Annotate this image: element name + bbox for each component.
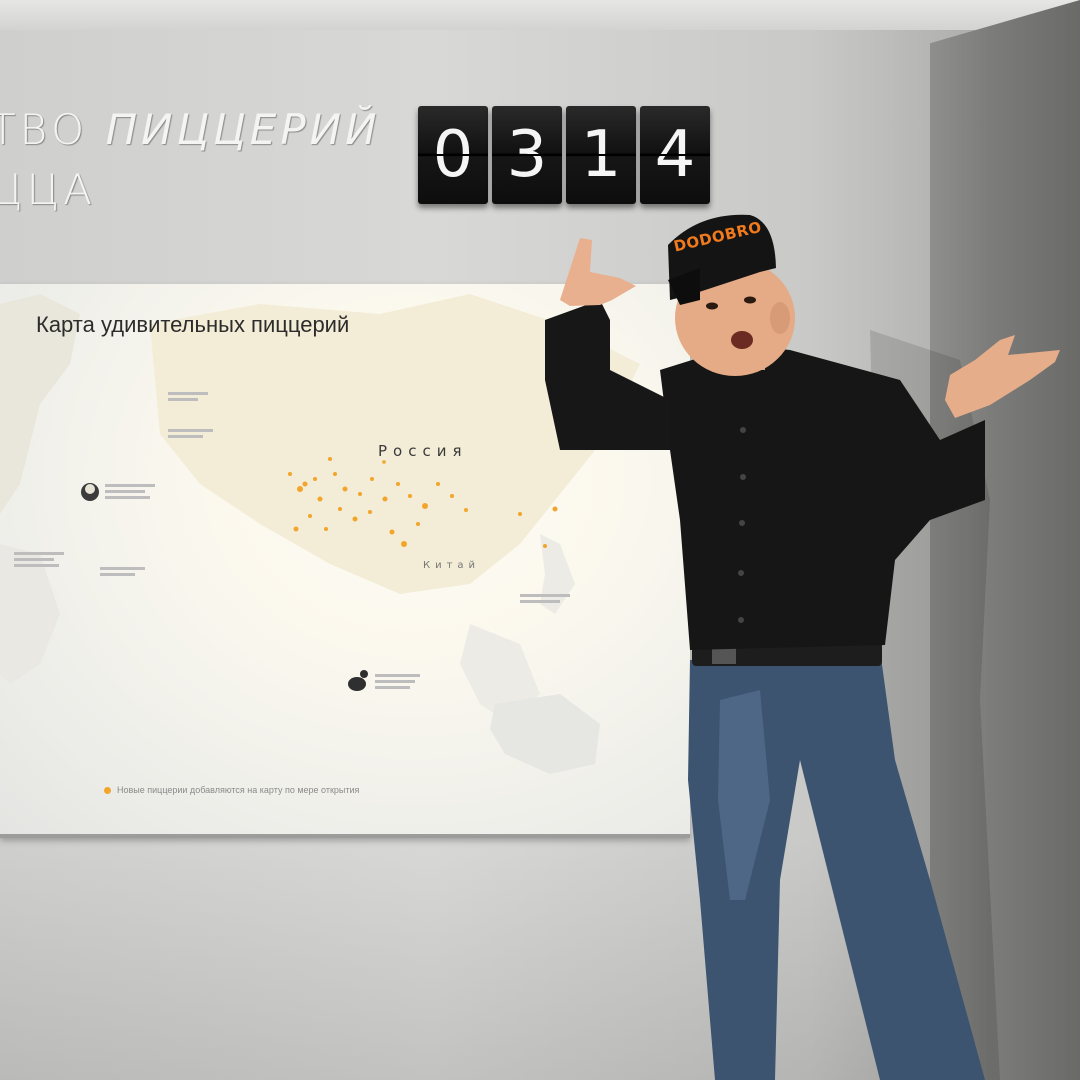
open-mouth [731, 331, 753, 349]
australia-landmass [490, 694, 600, 774]
cap-logo-text: DODOBRO [672, 217, 764, 256]
ear [770, 302, 790, 334]
legend-dot-icon [104, 786, 111, 794]
wall-heading-italic: ПИЦЦЕРИЙ [105, 105, 381, 154]
map-legend: Новые пиццерии добавляются на карту по м… [104, 785, 359, 795]
wall-heading-line2: ЦЦА [0, 165, 96, 214]
shirt-buttons [738, 427, 746, 623]
map-title: Карта удивительных пиццерий [36, 312, 350, 337]
world-map-graphic [0, 294, 640, 774]
dodo-bird-icon [348, 670, 368, 691]
wall-heading-plain: ТВО [0, 105, 106, 154]
map-label-china: Китай [423, 560, 481, 571]
counter-digit: 0 [418, 106, 488, 204]
photo-scene: ТВО ПИЦЦЕРИЙ ЦЦА 0 3 1 4 Карта удивитель… [0, 0, 1080, 1080]
side-wall [930, 0, 1080, 1080]
legend-text: Новые пиццерии добавляются на карту по м… [117, 785, 360, 795]
pizzeria-map-board: Карта удивительных пиццерий Россия Китай… [0, 284, 690, 838]
belt-buckle [712, 642, 736, 664]
counter-digit: 4 [640, 106, 710, 204]
flip-counter: 0 3 1 4 [418, 106, 710, 204]
counter-digit: 1 [566, 106, 636, 204]
belt [692, 640, 882, 666]
map-label-russia: Россия [378, 442, 468, 460]
right-eye [744, 296, 756, 304]
ceiling [0, 0, 1080, 30]
neck [710, 340, 765, 370]
wall-heading: ТВО ПИЦЦЕРИЙ ЦЦА [0, 100, 381, 220]
portrait-icon [81, 483, 99, 501]
counter-digit: 3 [492, 106, 562, 204]
left-eye [706, 302, 718, 310]
wall-shadow [0, 840, 930, 1080]
face [675, 260, 795, 376]
